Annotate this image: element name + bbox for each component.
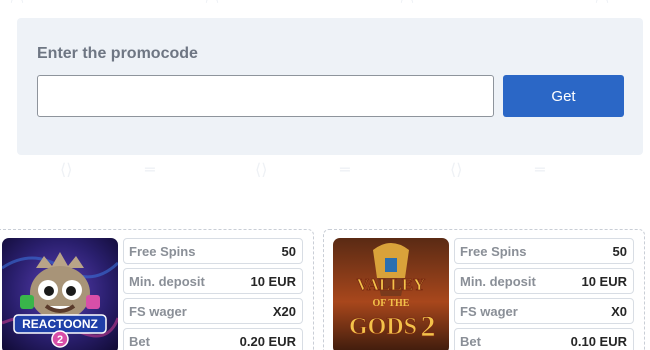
min-deposit-row: Min. deposit 10 EUR [123, 268, 303, 294]
row-label: Min. deposit [460, 274, 536, 289]
svg-text:2: 2 [57, 334, 63, 346]
reactoonz-2-art: REACTOONZ 2 [2, 238, 118, 350]
row-label: Free Spins [129, 244, 196, 259]
offer-details: Free Spins 50 Min. deposit 10 EUR FS wag… [123, 238, 303, 350]
row-label: Bet [460, 334, 481, 349]
row-value: X0 [611, 304, 627, 319]
promocode-title: Enter the promocode [37, 45, 198, 62]
valley-of-the-gods-2-art: VALLEY OF THE GODS 2 [333, 238, 449, 350]
free-spins-row: Free Spins 50 [454, 238, 634, 264]
svg-text:OF THE: OF THE [373, 298, 410, 309]
row-value: 50 [281, 244, 296, 259]
row-value: 0.10 EUR [570, 334, 627, 349]
promocode-input[interactable] [37, 75, 494, 117]
offer-card-valley-of-the-gods-2: VALLEY OF THE GODS 2 Free Spins 50 Min. … [323, 229, 645, 350]
row-value: 50 [612, 244, 627, 259]
svg-text:GODS: GODS [349, 314, 417, 340]
svg-text:2: 2 [421, 310, 436, 343]
bet-row: Bet 0.10 EUR [454, 328, 634, 350]
row-label: FS wager [129, 304, 187, 319]
promocode-panel: Enter the promocode Get [17, 18, 643, 155]
fs-wager-row: FS wager X20 [123, 298, 303, 324]
valley-of-the-gods-2-thumbnail[interactable]: VALLEY OF THE GODS 2 [333, 238, 449, 350]
row-value: 10 EUR [250, 274, 296, 289]
row-label: Min. deposit [129, 274, 205, 289]
row-value: 0.20 EUR [239, 334, 296, 349]
row-value: 10 EUR [581, 274, 627, 289]
free-spins-row: Free Spins 50 [123, 238, 303, 264]
row-label: Free Spins [460, 244, 527, 259]
row-label: Bet [129, 334, 150, 349]
svg-text:REACTOONZ: REACTOONZ [22, 317, 98, 331]
row-label: FS wager [460, 304, 518, 319]
svg-text:VALLEY: VALLEY [357, 275, 426, 294]
fs-wager-row: FS wager X0 [454, 298, 634, 324]
get-button[interactable]: Get [503, 75, 624, 117]
offer-card-reactoonz-2: REACTOONZ 2 Free Spins 50 Min. deposit 1… [0, 229, 314, 350]
reactoonz-2-thumbnail[interactable]: REACTOONZ 2 [2, 238, 118, 350]
min-deposit-row: Min. deposit 10 EUR [454, 268, 634, 294]
offer-details: Free Spins 50 Min. deposit 10 EUR FS wag… [454, 238, 634, 350]
row-value: X20 [272, 304, 296, 319]
bet-row: Bet 0.20 EUR [123, 328, 303, 350]
